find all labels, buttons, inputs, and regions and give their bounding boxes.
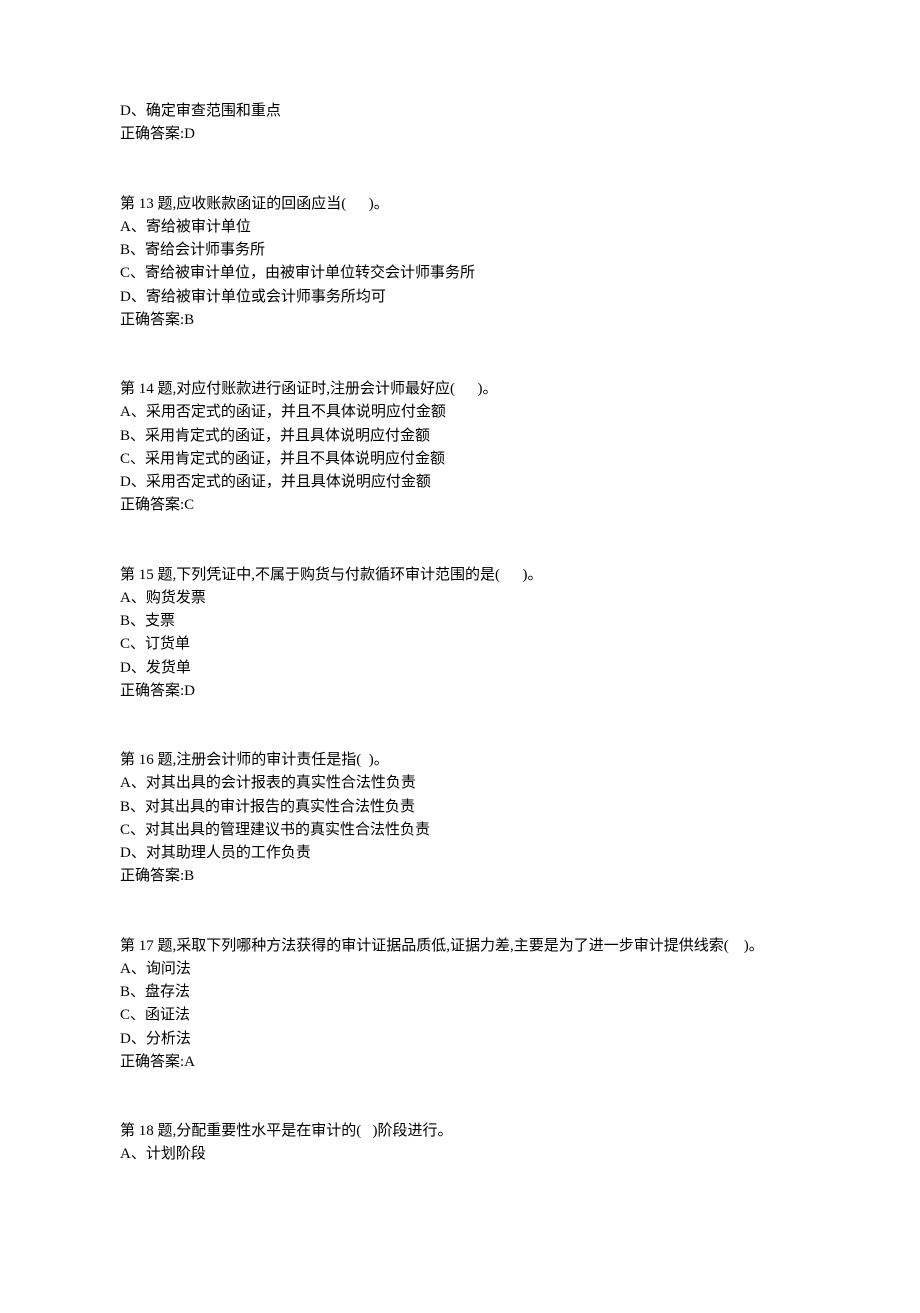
option-a: A、对其出具的会计报表的真实性合法性负责 xyxy=(120,772,800,795)
option-a: A、询问法 xyxy=(120,958,800,981)
option-d: D、对其助理人员的工作负责 xyxy=(120,842,800,865)
option-d: D、确定审查范围和重点 xyxy=(120,100,800,123)
option-b: B、盘存法 xyxy=(120,981,800,1004)
answer-line: 正确答案:C xyxy=(120,494,800,517)
option-a: A、寄给被审计单位 xyxy=(120,216,800,239)
question-stem: 第 16 题,注册会计师的审计责任是指( )。 xyxy=(120,749,800,772)
option-c: C、采用肯定式的函证，并且不具体说明应付金额 xyxy=(120,448,800,471)
option-b: B、支票 xyxy=(120,610,800,633)
option-b: B、寄给会计师事务所 xyxy=(120,239,800,262)
option-d: D、发货单 xyxy=(120,657,800,680)
answer-line: 正确答案:B xyxy=(120,309,800,332)
question-stem: 第 13 题,应收账款函证的回函应当( )。 xyxy=(120,193,800,216)
option-c: C、函证法 xyxy=(120,1004,800,1027)
option-a: A、购货发票 xyxy=(120,587,800,610)
option-c: C、对其出具的管理建议书的真实性合法性负责 xyxy=(120,819,800,842)
question-stem: 第 14 题,对应付账款进行函证时,注册会计师最好应( )。 xyxy=(120,378,800,401)
answer-line: 正确答案:B xyxy=(120,865,800,888)
option-b: B、采用肯定式的函证，并且具体说明应付金额 xyxy=(120,425,800,448)
option-a: A、采用否定式的函证，并且不具体说明应付金额 xyxy=(120,401,800,424)
question-18: 第 18 题,分配重要性水平是在审计的( )阶段进行。 A、计划阶段 xyxy=(120,1120,800,1167)
answer-line: 正确答案:D xyxy=(120,680,800,703)
question-14: 第 14 题,对应付账款进行函证时,注册会计师最好应( )。 A、采用否定式的函… xyxy=(120,378,800,518)
option-a: A、计划阶段 xyxy=(120,1143,800,1166)
question-fragment-prev: D、确定审查范围和重点 正确答案:D xyxy=(120,100,800,147)
option-d: D、分析法 xyxy=(120,1028,800,1051)
question-15: 第 15 题,下列凭证中,不属于购货与付款循环审计范围的是( )。 A、购货发票… xyxy=(120,564,800,704)
answer-line: 正确答案:A xyxy=(120,1051,800,1074)
option-d: D、寄给被审计单位或会计师事务所均可 xyxy=(120,286,800,309)
option-b: B、对其出具的审计报告的真实性合法性负责 xyxy=(120,796,800,819)
option-c: C、订货单 xyxy=(120,633,800,656)
question-16: 第 16 题,注册会计师的审计责任是指( )。 A、对其出具的会计报表的真实性合… xyxy=(120,749,800,889)
option-c: C、寄给被审计单位，由被审计单位转交会计师事务所 xyxy=(120,262,800,285)
option-d: D、采用否定式的函证，并且具体说明应付金额 xyxy=(120,471,800,494)
question-stem: 第 17 题,采取下列哪种方法获得的审计证据品质低,证据力差,主要是为了进一步审… xyxy=(120,935,800,958)
answer-line: 正确答案:D xyxy=(120,123,800,146)
question-stem: 第 15 题,下列凭证中,不属于购货与付款循环审计范围的是( )。 xyxy=(120,564,800,587)
question-stem: 第 18 题,分配重要性水平是在审计的( )阶段进行。 xyxy=(120,1120,800,1143)
question-13: 第 13 题,应收账款函证的回函应当( )。 A、寄给被审计单位 B、寄给会计师… xyxy=(120,193,800,333)
question-17: 第 17 题,采取下列哪种方法获得的审计证据品质低,证据力差,主要是为了进一步审… xyxy=(120,935,800,1075)
page-content: D、确定审查范围和重点 正确答案:D 第 13 题,应收账款函证的回函应当( )… xyxy=(0,0,920,1313)
